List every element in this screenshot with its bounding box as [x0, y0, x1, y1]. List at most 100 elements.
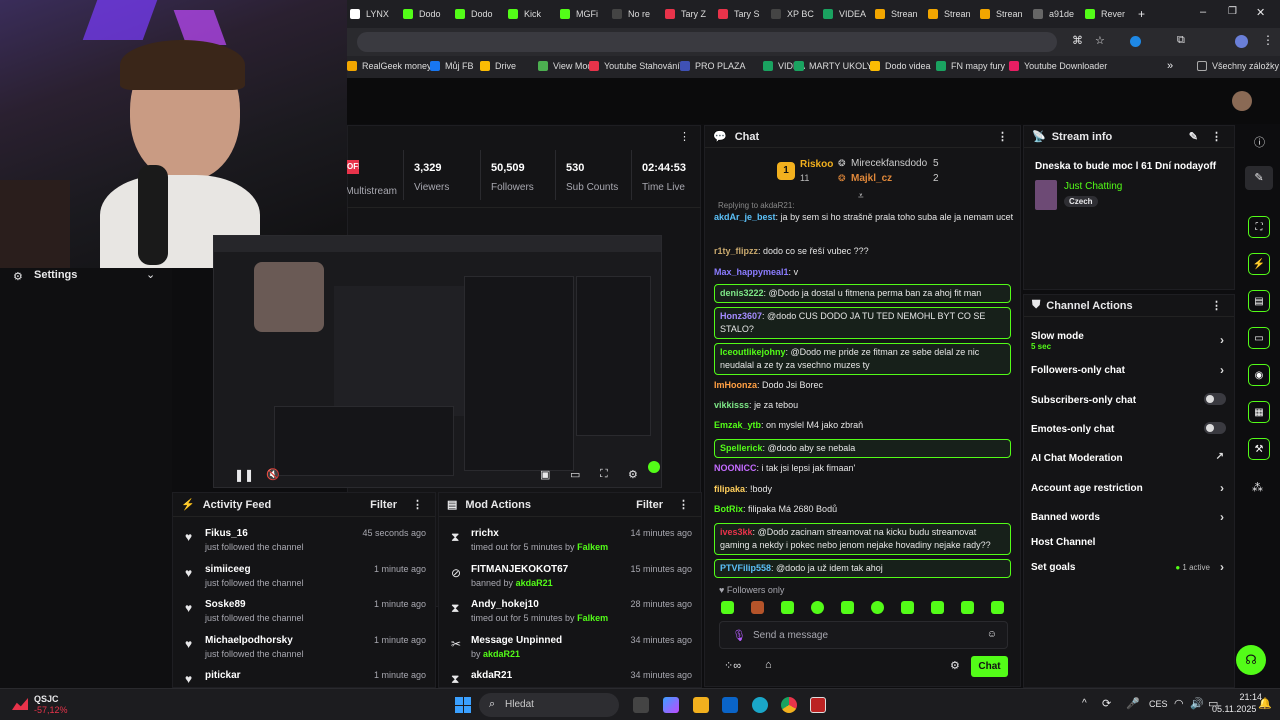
minimize-button[interactable]: –: [1200, 6, 1206, 18]
pip-icon[interactable]: ▣: [540, 468, 550, 481]
mute-icon[interactable]: 🔇: [266, 468, 280, 481]
pause-icon[interactable]: ❚❚: [234, 468, 254, 482]
profile-icon[interactable]: [1235, 35, 1248, 48]
stream-preview-player[interactable]: ❚❚ 🔇 ▣ ▭ ⛶ ⚙: [213, 235, 662, 488]
notification-icon[interactable]: 🔔: [1258, 697, 1272, 710]
bookmark-item[interactable]: Youtube Stahování: [589, 61, 680, 71]
mod-action-by[interactable]: akdaR21: [483, 649, 520, 659]
browser-tab[interactable]: VIDEA: [823, 6, 869, 22]
channel-action-slow-mode[interactable]: Slow mode 5 sec ›: [1031, 331, 1226, 351]
mod-action-row[interactable]: Andy_hokej10 timed out for 5 minutes by F…: [471, 599, 692, 633]
leaderboard-third-name[interactable]: Majkl_cz: [851, 173, 892, 184]
bookmark-item[interactable]: Dodo videa: [870, 61, 931, 71]
activity-row[interactable]: Michaelpodhorsky just followed the channe…: [205, 635, 426, 669]
bookmark-item[interactable]: FN mapy fury: [936, 61, 1005, 71]
browser-tab[interactable]: Rever: [1085, 6, 1131, 22]
app-icon[interactable]: [810, 697, 826, 713]
browser-tab[interactable]: Kick: [508, 6, 554, 22]
chat-message[interactable]: Iceoutlikejohny: @Dodo me pride ze fitma…: [714, 343, 1011, 375]
chat-message[interactable]: r1ty_flipzz: dodo co se řeší vubec ???: [714, 245, 1014, 258]
mod-action-by[interactable]: akdaR21: [516, 578, 553, 588]
maximize-button[interactable]: ❐: [1228, 6, 1237, 17]
chat-username[interactable]: ives3kk: [720, 527, 753, 537]
chat-username[interactable]: filipaka: [714, 484, 745, 494]
edge-icon[interactable]: [752, 697, 768, 713]
browser-tab[interactable]: Strean: [980, 6, 1026, 22]
chat-username[interactable]: BotRix: [714, 504, 743, 514]
browser-tab[interactable]: XP BC: [771, 6, 817, 22]
new-tab-button[interactable]: +: [1138, 7, 1145, 21]
file-explorer-icon[interactable]: [693, 697, 709, 713]
bookmark-item[interactable]: RealGeek money: [347, 61, 432, 71]
browser-tab[interactable]: No re: [612, 6, 658, 22]
channel-actions-more-icon[interactable]: ⋮: [1211, 299, 1222, 312]
emote-icon[interactable]: [751, 601, 764, 614]
microphone-tray-icon[interactable]: 🎤: [1126, 697, 1140, 710]
clock-date[interactable]: 05.11.2025: [1212, 704, 1256, 714]
mod-filter-button[interactable]: Filter: [636, 499, 663, 511]
browser-tab[interactable]: MGFi: [560, 6, 606, 22]
activity-row[interactable]: simiiceeg just followed the channel 1 minu…: [205, 564, 426, 598]
category-link[interactable]: Just Chatting: [1064, 181, 1122, 192]
clock-time[interactable]: 21:14: [1228, 692, 1262, 702]
browser-tab[interactable]: Tary Z: [665, 6, 711, 22]
microphone-icon[interactable]: 🎙: [732, 629, 746, 642]
windows-start-icon[interactable]: [455, 697, 471, 713]
emote-icon[interactable]: [811, 601, 824, 614]
activity-row[interactable]: Soske89 just followed the channel 1 minute…: [205, 599, 426, 633]
chat-message[interactable]: BotRix: filipaka Má 2680 Bodů: [714, 503, 1014, 516]
url-field[interactable]: [357, 32, 1057, 52]
more-options-icon[interactable]: ⋮: [679, 130, 690, 143]
activity-row[interactable]: Fikus_16 just followed the channel 45 seco…: [205, 528, 426, 562]
mod-more-icon[interactable]: ⋮: [678, 498, 689, 511]
chat-icon[interactable]: ▭: [1248, 327, 1270, 349]
taskbar-search[interactable]: ⌕ Hledat: [479, 693, 619, 717]
all-bookmarks[interactable]: Všechny záložky: [1197, 61, 1279, 71]
channel-action-subscribers-only-chat[interactable]: Subscribers-only chat: [1031, 393, 1226, 406]
send-chat-button[interactable]: Chat: [971, 656, 1008, 677]
chat-message[interactable]: denis3222: @Dodo ja dostal u fitmena per…: [714, 284, 1011, 303]
chevron-down-icon[interactable]: ⌄: [146, 268, 155, 281]
extension-icon[interactable]: [1130, 36, 1141, 47]
info-icon[interactable]: ⓘ: [1254, 134, 1265, 150]
channel-action-set-goals[interactable]: Set goals ● 1 active ›: [1031, 560, 1226, 574]
wifi-icon[interactable]: ◠: [1174, 697, 1184, 710]
mod-action-by[interactable]: Falkem: [577, 613, 608, 623]
frame-icon[interactable]: ⛶: [1248, 216, 1270, 238]
lightning-icon[interactable]: ⚡: [1248, 253, 1270, 275]
collapse-icon[interactable]: ⩡: [858, 191, 864, 202]
emote-icon[interactable]: [961, 601, 974, 614]
chat-more-icon[interactable]: ⋮: [997, 130, 1008, 143]
outlook-icon[interactable]: [722, 697, 738, 713]
support-headset-icon[interactable]: ☊: [1236, 645, 1266, 675]
chat-message[interactable]: Max_happymeal1: v: [714, 266, 1014, 279]
leaderboard-second-name[interactable]: Mirecekfansdodo: [851, 158, 927, 169]
toggle-switch[interactable]: [1204, 422, 1226, 434]
browser-tab[interactable]: Strean: [928, 6, 974, 22]
channel-action-host-channel[interactable]: Host Channel: [1031, 537, 1226, 548]
chat-username[interactable]: Emzak_ytb: [714, 420, 761, 430]
mod-action-row[interactable]: FITMANJEKOKOT67 banned by akdaR21 15 minut…: [471, 564, 692, 598]
chat-username[interactable]: denis3222: [720, 288, 764, 298]
chat-message[interactable]: ImHoonza: Dodo Jsi Borec: [714, 379, 1014, 392]
emote-icon[interactable]: [871, 601, 884, 614]
wrench-icon[interactable]: ⚒: [1248, 438, 1270, 460]
chat-message[interactable]: Honz3607: @dodo CUS DODO JA TU TED NEMOH…: [714, 307, 1011, 339]
emote-icon[interactable]: [931, 601, 944, 614]
toggle-switch[interactable]: [1204, 393, 1226, 405]
player-settings-icon[interactable]: ⚙: [628, 468, 638, 481]
chat-settings-icon[interactable]: ⚙: [950, 659, 960, 672]
mod-action-by[interactable]: Falkem: [577, 542, 608, 552]
chat-message[interactable]: ives3kk: @Dodo zacinam streamovat na kic…: [714, 523, 1011, 555]
channel-action-emotes-only-chat[interactable]: Emotes-only chat: [1031, 422, 1226, 435]
browser-tab[interactable]: Dodo: [455, 6, 501, 22]
copilot-icon[interactable]: [663, 697, 679, 713]
chat-message[interactable]: vikkisss: je za tebou: [714, 399, 1014, 412]
stream-info-more-icon[interactable]: ⋮: [1211, 130, 1222, 143]
bookmark-item[interactable]: Youtube Downloader: [1009, 61, 1107, 71]
chat-username[interactable]: Iceoutlikejohny: [720, 347, 786, 357]
document-icon[interactable]: ▤: [1248, 290, 1270, 312]
chat-username[interactable]: Spellerick: [720, 443, 763, 453]
fullscreen-icon[interactable]: ⛶: [600, 468, 608, 481]
settings-label[interactable]: Settings: [34, 269, 77, 281]
